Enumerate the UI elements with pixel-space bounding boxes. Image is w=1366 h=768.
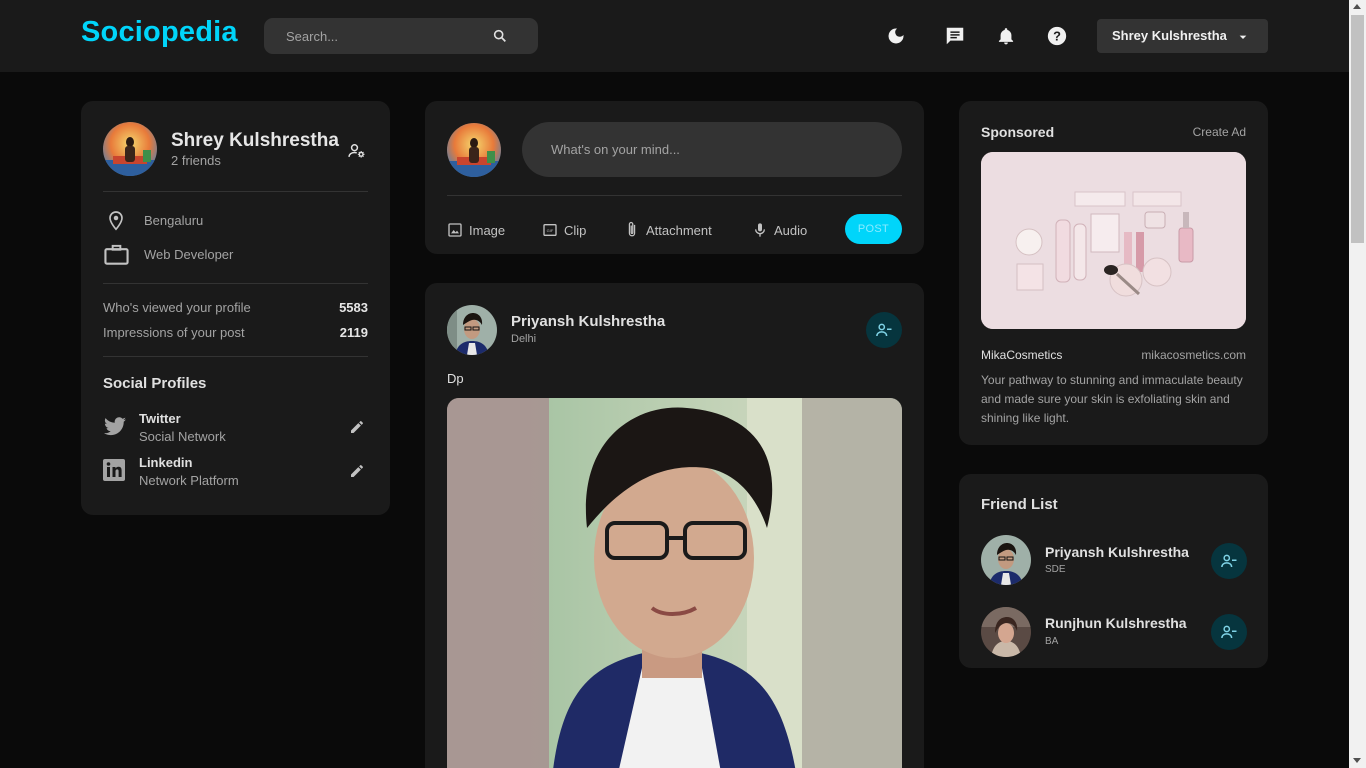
mic-icon [755, 223, 765, 237]
location-icon [107, 210, 125, 237]
attachment-icon [628, 221, 636, 237]
scroll-down-arrow[interactable] [1353, 758, 1361, 763]
manage-accounts-icon[interactable] [347, 141, 367, 166]
edit-icon[interactable] [347, 461, 367, 481]
avatar[interactable] [981, 607, 1031, 657]
post-input[interactable] [522, 122, 902, 177]
divider [103, 191, 368, 192]
divider [103, 283, 368, 284]
search-input[interactable] [264, 18, 494, 54]
friend-name[interactable]: Runjhun Kulshrestha [1045, 615, 1187, 631]
clip-tool[interactable]: GIF Clip [542, 220, 586, 240]
gif-icon: GIF [543, 224, 557, 236]
friend-list-title: Friend List [981, 496, 1058, 513]
profile-name[interactable]: Shrey Kulshrestha [171, 130, 339, 152]
ad-description: Your pathway to stunning and immaculate … [981, 373, 1243, 425]
post-description: Dp [447, 371, 464, 386]
post-author-name[interactable]: Priyansh Kulshrestha [511, 313, 665, 330]
social-name-twitter: Twitter [139, 411, 181, 426]
friend-list-widget: Friend List Priyansh Kulshrestha SDE Run… [959, 474, 1268, 668]
post-composer: Image GIF Clip Attachment Audio POST [425, 101, 924, 254]
friend-name[interactable]: Priyansh Kulshrestha [1045, 544, 1189, 560]
stat-value-views: 5583 [339, 300, 368, 315]
post-image[interactable] [447, 398, 902, 768]
help-icon[interactable]: ? [1043, 22, 1071, 50]
stat-label-impressions: Impressions of your post [103, 325, 245, 340]
occupation-text: Web Developer [144, 247, 234, 262]
friend-occupation: BA [1045, 636, 1059, 647]
post-author-location: Delhi [511, 333, 537, 345]
remove-friend-button[interactable] [1211, 614, 1247, 650]
ad-image[interactable] [981, 152, 1246, 329]
social-profiles-title: Social Profiles [103, 375, 207, 392]
sponsored-title: Sponsored [981, 124, 1055, 140]
user-dropdown[interactable]: Shrey Kulshrestha [1097, 19, 1268, 53]
audio-tool[interactable]: Audio [752, 220, 807, 240]
clip-tool-label: Clip [564, 222, 587, 238]
attachment-tool-label: Attachment [646, 222, 712, 238]
user-dropdown-label: Shrey Kulshrestha [1112, 28, 1227, 43]
social-sub-linkedin: Network Platform [139, 473, 239, 488]
divider [103, 356, 368, 357]
user-widget: Shrey Kulshrestha 2 friends Bengaluru We… [81, 101, 390, 515]
search-icon[interactable] [488, 24, 512, 48]
twitter-icon [103, 417, 127, 442]
sponsored-widget: Sponsored Create Ad MikaCosmetics mikaco… [959, 101, 1268, 445]
avatar[interactable] [981, 535, 1031, 585]
avatar[interactable] [103, 122, 157, 176]
edit-icon[interactable] [347, 417, 367, 437]
avatar[interactable] [447, 123, 501, 177]
friend-occupation: SDE [1045, 564, 1066, 575]
search-box [264, 18, 538, 54]
location-text: Bengaluru [144, 213, 204, 228]
audio-tool-label: Audio [774, 222, 808, 238]
remove-friend-button[interactable] [866, 312, 902, 348]
stat-value-impressions: 2119 [339, 325, 368, 340]
divider [447, 195, 902, 196]
feed-post: Priyansh Kulshrestha Delhi Dp [425, 283, 924, 768]
svg-text:?: ? [1053, 29, 1061, 44]
scrollbar-thumb[interactable] [1351, 15, 1364, 243]
create-ad-link[interactable]: Create Ad [1193, 125, 1246, 139]
post-button[interactable]: POST [845, 214, 902, 244]
avatar[interactable] [447, 305, 497, 355]
work-icon [104, 244, 129, 271]
caret-down-icon [1235, 29, 1251, 50]
ad-brand-name: MikaCosmetics [981, 348, 1063, 362]
dark-mode-icon[interactable] [882, 22, 910, 50]
social-name-linkedin: Linkedin [139, 455, 193, 470]
image-icon [448, 223, 462, 237]
person-remove-icon [876, 323, 892, 337]
image-tool-label: Image [469, 222, 506, 238]
image-tool[interactable]: Image [447, 220, 505, 240]
linkedin-icon [103, 459, 125, 486]
ad-website[interactable]: mikacosmetics.com [1141, 348, 1246, 362]
svg-text:GIF: GIF [547, 228, 554, 233]
person-remove-icon [1221, 554, 1237, 568]
post-input-wrapper [522, 122, 902, 177]
stat-label-views: Who's viewed your profile [103, 300, 251, 315]
scroll-up-arrow[interactable] [1353, 4, 1361, 9]
notification-icon[interactable] [992, 22, 1020, 50]
attachment-tool[interactable]: Attachment [624, 220, 712, 240]
message-icon[interactable] [941, 22, 969, 50]
navbar: Sociopedia ? Shrey Kulshrestha [0, 0, 1349, 72]
remove-friend-button[interactable] [1211, 543, 1247, 579]
social-sub-twitter: Social Network [139, 429, 226, 444]
friends-count: 2 friends [171, 153, 221, 168]
app-logo[interactable]: Sociopedia [81, 16, 238, 49]
person-remove-icon [1221, 625, 1237, 639]
